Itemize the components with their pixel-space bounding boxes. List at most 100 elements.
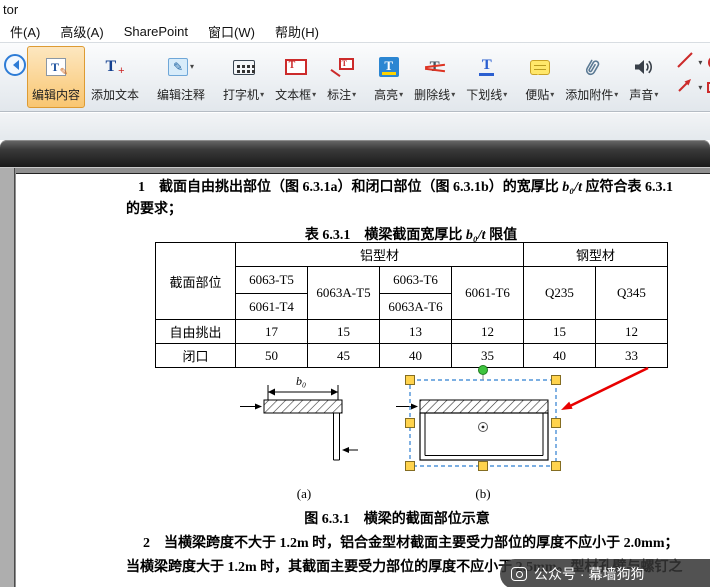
table-subheader-cell: 6063-T66063A-T6 — [380, 267, 452, 320]
textbox-icon: T — [285, 59, 307, 75]
table-corner-header: 截面部位 — [156, 243, 236, 320]
selection-handle[interactable] — [406, 376, 415, 385]
dropdown-arrow-icon[interactable]: ▾ — [312, 91, 316, 99]
dimension-label-b0: b₀ — [296, 374, 306, 388]
typewriter-button[interactable]: 打字机▾ — [218, 46, 269, 108]
button-label: 添加文本 — [91, 86, 139, 103]
button-label: 文本框 — [275, 86, 311, 103]
table-subheader-cell: 6063-T56061-T4 — [236, 267, 308, 320]
table-cell: 17 — [236, 320, 308, 344]
dropdown-arrow-icon[interactable]: ▾ — [399, 91, 403, 99]
button-label: 打字机 — [223, 86, 259, 103]
figure-canvas: b₀ — [16, 364, 710, 486]
selection-handle[interactable] — [406, 419, 415, 428]
edit-content-button[interactable]: T✎ 编辑内容 — [27, 46, 85, 108]
button-label: 下划线 — [466, 86, 502, 103]
selection-handle[interactable] — [552, 376, 561, 385]
typewriter-icon — [233, 60, 255, 75]
figure-caption: 图 6.3.1 横梁的截面部位示意 — [126, 508, 668, 528]
clause-2-line1: 2 当横梁跨度不大于 1.2m 时，铝合金型材截面主要受力部位的厚度不应小于 2… — [143, 534, 678, 554]
selection-handle[interactable] — [406, 462, 415, 471]
table-cell: 13 — [380, 320, 452, 344]
watermark-badge: 公众号 · 幕墙狗狗 — [500, 559, 710, 587]
menu-advanced[interactable]: 高级(A) — [50, 20, 113, 43]
add-text-icon: T+ — [105, 50, 124, 84]
figure-b-label: (b) — [455, 486, 511, 502]
window-title: tor — [0, 0, 710, 20]
table-subheader-cell: Q235 — [524, 267, 596, 320]
clause-1-line1: 1 截面自由挑出部位（图 6.3.1a）和闭口部位（图 6.3.1b）的宽厚比 … — [138, 178, 673, 198]
edit-annotation-icon: ✎ — [168, 58, 188, 76]
menu-help[interactable]: 帮助(H) — [265, 20, 329, 43]
arrow-tool-icon[interactable] — [675, 75, 695, 100]
selection-handle[interactable] — [479, 462, 488, 471]
button-label: 便贴 — [525, 86, 549, 103]
callout-button[interactable]: T 标注▾ — [322, 46, 361, 108]
button-label: 编辑内容 — [32, 86, 80, 103]
table-cell: 12 — [596, 320, 668, 344]
sound-button[interactable]: 声音▾ — [624, 46, 663, 108]
button-label: 添加附件 — [565, 86, 613, 103]
figure-a-label: (a) — [276, 486, 332, 502]
selection-handle[interactable] — [552, 462, 561, 471]
menu-window[interactable]: 窗口(W) — [198, 20, 265, 43]
clause-1-line2: 的要求； — [126, 200, 182, 220]
selection-box[interactable] — [406, 366, 561, 471]
table-subheader-cell: 6061-T6 — [452, 267, 524, 320]
underline-button[interactable]: T 下划线▾ — [461, 46, 512, 108]
edit-annotation-button[interactable]: ✎ ▾ 编辑注释 — [152, 46, 210, 108]
rotate-handle[interactable] — [479, 366, 488, 375]
add-attachment-button[interactable]: 添加附件▾ — [560, 46, 623, 108]
app-window: tor 件(A) 高级(A) SharePoint 窗口(W) 帮助(H) T✎… — [0, 0, 710, 587]
dropdown-arrow-icon[interactable]: ▾ — [190, 63, 194, 71]
sound-icon — [633, 50, 655, 84]
edit-content-icon: T✎ — [46, 58, 66, 76]
callout-icon: T — [330, 57, 354, 77]
figure-a: b₀ — [240, 374, 358, 460]
line-tool-icon[interactable] — [675, 50, 695, 75]
menu-sharepoint[interactable]: SharePoint — [114, 22, 198, 41]
collapse-toolbar-button[interactable] — [4, 46, 26, 106]
menu-file[interactable]: 件(A) — [0, 20, 50, 43]
dropdown-arrow-icon[interactable]: ▾ — [698, 59, 702, 67]
highlight-button[interactable]: T 高亮▾ — [369, 46, 408, 108]
selection-handle[interactable] — [552, 419, 561, 428]
table-cell: 15 — [524, 320, 596, 344]
table-title: 表 6.3.1 横梁截面宽厚比 b₀/t 限值 — [155, 224, 667, 244]
button-label: 编辑注释 — [157, 86, 205, 103]
document-area: 1 截面自由挑出部位（图 6.3.1a）和闭口部位（图 6.3.1b）的宽厚比 … — [0, 167, 710, 587]
dropdown-arrow-icon[interactable]: ▾ — [550, 91, 554, 99]
window-title-text: tor — [3, 2, 18, 17]
figure-b — [396, 400, 548, 460]
table-cell: 15 — [308, 320, 380, 344]
arrow-annotation[interactable] — [561, 368, 648, 410]
strikeout-icon: T — [424, 57, 446, 77]
toolbar-spacer-strip — [0, 113, 710, 140]
dropdown-arrow-icon[interactable]: ▾ — [451, 91, 455, 99]
dropdown-arrow-icon[interactable]: ▾ — [654, 91, 658, 99]
dropdown-arrow-icon[interactable]: ▾ — [352, 91, 356, 99]
dropdown-arrow-icon[interactable]: ▾ — [698, 84, 702, 92]
dropdown-arrow-icon[interactable]: ▾ — [614, 91, 618, 99]
drawing-tools-group: ▾ ▾ ▾ ▾ — [674, 50, 710, 100]
button-label: 标注 — [327, 86, 351, 103]
strikeout-button[interactable]: T 删除线▾ — [409, 46, 460, 108]
underline-icon: T — [479, 58, 494, 76]
table-row: 自由挑出 17 15 13 12 15 12 — [156, 320, 668, 344]
dropdown-arrow-icon[interactable]: ▾ — [503, 91, 507, 99]
table-subheader-cell: Q345 — [596, 267, 668, 320]
table-cell: 12 — [452, 320, 524, 344]
button-label: 删除线 — [414, 86, 450, 103]
menu-bar: 件(A) 高级(A) SharePoint 窗口(W) 帮助(H) — [0, 20, 710, 42]
sticky-note-icon — [530, 60, 550, 75]
table-row-label: 自由挑出 — [156, 320, 236, 344]
document-frame-band — [0, 140, 710, 167]
back-circle-icon — [4, 54, 26, 76]
arrowhead-icon — [561, 402, 573, 410]
page-gutter — [0, 168, 15, 587]
textbox-button[interactable]: T 文本框▾ — [270, 46, 321, 108]
add-text-button[interactable]: T+ 添加文本 — [86, 46, 144, 108]
pdf-page[interactable]: 1 截面自由挑出部位（图 6.3.1a）和闭口部位（图 6.3.1b）的宽厚比 … — [16, 173, 710, 587]
dropdown-arrow-icon[interactable]: ▾ — [260, 91, 264, 99]
sticky-note-button[interactable]: 便贴▾ — [520, 46, 559, 108]
